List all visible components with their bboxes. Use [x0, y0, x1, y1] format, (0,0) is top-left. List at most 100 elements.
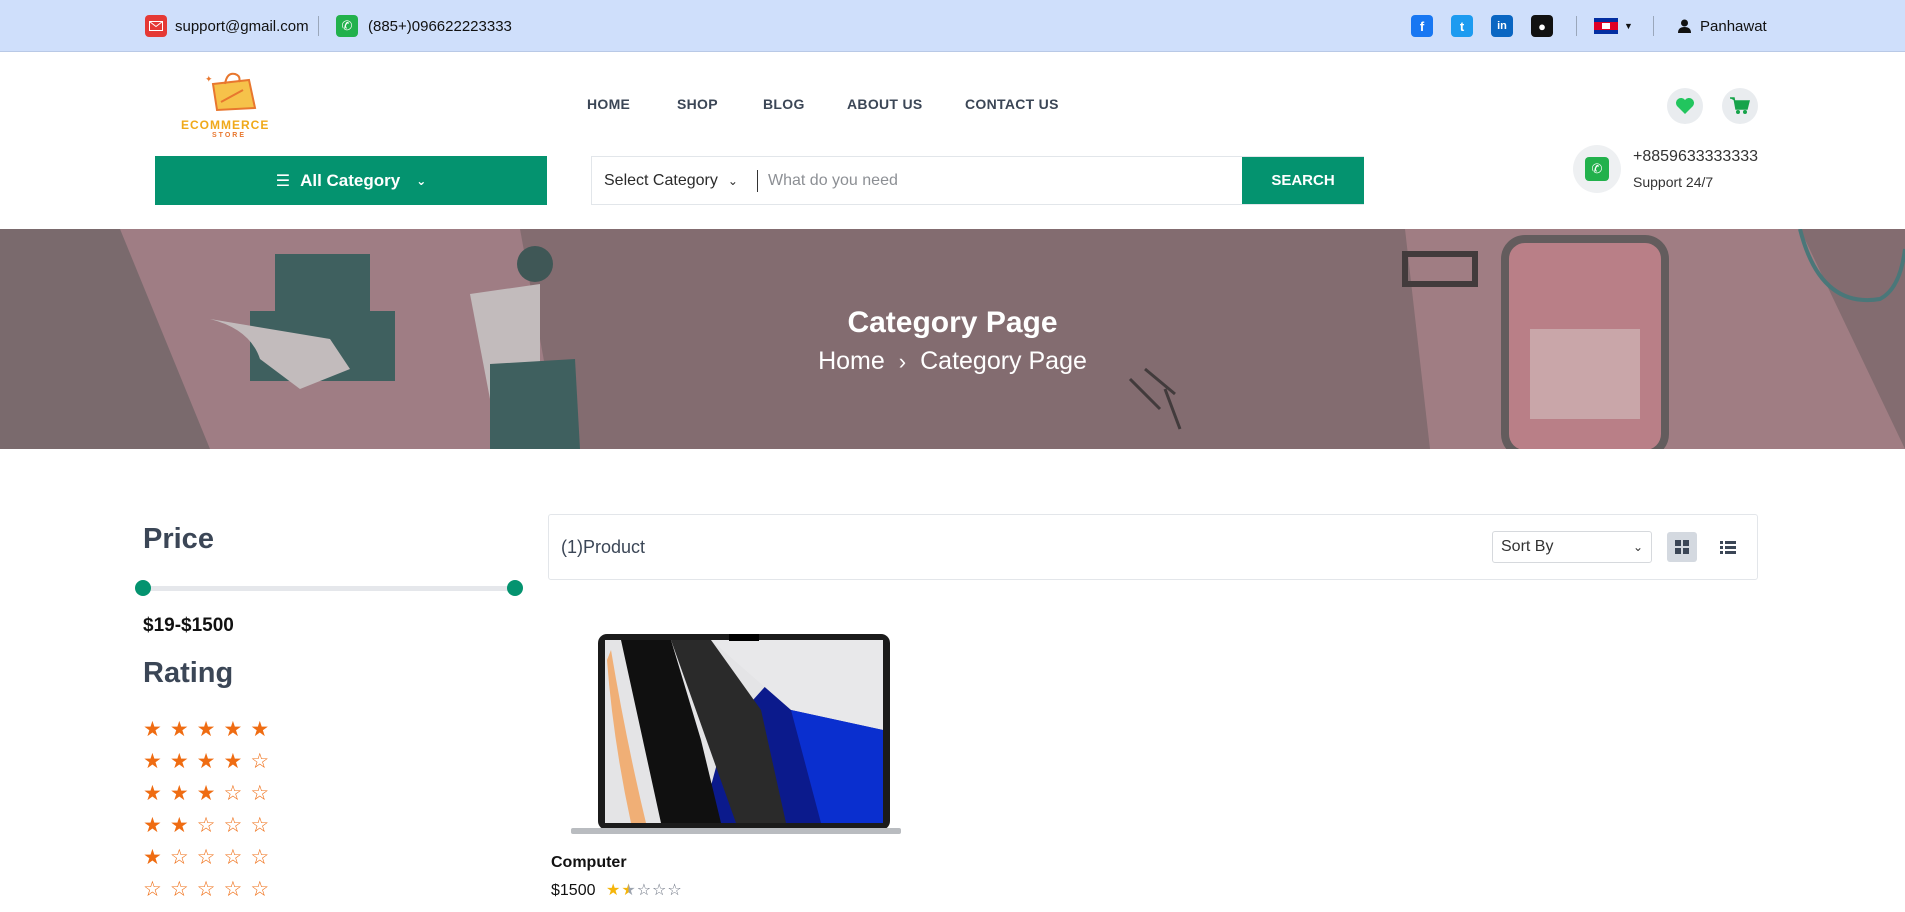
star-filled-icon: ★ [143, 814, 162, 837]
price-range-value: $19-$1500 [143, 615, 234, 636]
search-button[interactable]: SEARCH [1242, 157, 1364, 204]
breadcrumb-home[interactable]: Home [818, 347, 885, 376]
product-count: (1)Product [561, 536, 646, 557]
breadcrumb-current: Category Page [920, 347, 1087, 375]
nav-home[interactable]: HOME [587, 96, 630, 112]
rating-filter-2[interactable]: ★ ★ ☆ ☆ ☆ [143, 815, 269, 836]
star-empty-icon: ☆ [169, 878, 189, 901]
star-filled-icon: ★ [169, 782, 189, 805]
star-empty-icon: ☆ [223, 846, 243, 869]
phone-text: (885+)096622223333 [368, 17, 512, 35]
star-empty-icon: ☆ [196, 814, 216, 837]
list-view-button[interactable] [1713, 532, 1743, 562]
phone-contact[interactable]: ✆ (885+)096622223333 [336, 0, 512, 52]
star-filled-icon: ★ [196, 718, 216, 741]
shopping-bag-logo-icon: ✦ [205, 72, 257, 112]
star-empty-icon: ☆ [250, 814, 270, 837]
star-filled-icon: ★ [196, 750, 216, 773]
star-filled-icon: ★ [143, 846, 162, 869]
grid-view-button[interactable] [1667, 532, 1697, 562]
list-icon: ☰ [275, 172, 291, 190]
all-category-button[interactable]: ☰ All Category ⌄ [155, 156, 547, 205]
support-phone: +8859633333333 [1633, 148, 1759, 165]
product-card[interactable] [551, 620, 921, 835]
star-empty-icon: ☆ [169, 846, 189, 869]
category-select[interactable]: Select Category ⌄ [604, 157, 738, 204]
site-logo[interactable]: ✦ ECOMMERCE STORE [178, 72, 288, 142]
products-toolbar: (1)Product Sort By ⌄ [548, 514, 1758, 580]
rating-filter-3[interactable]: ★ ★ ★ ☆ ☆ [143, 783, 269, 804]
grid-icon [1675, 540, 1689, 554]
search-bar: Select Category ⌄ SEARCH [591, 156, 1364, 205]
sort-select[interactable]: Sort By ⌄ [1492, 531, 1652, 563]
heart-icon [1676, 98, 1694, 114]
username: Panhawat [1700, 17, 1767, 35]
star-filled-icon: ★ [143, 750, 162, 773]
star-empty-icon: ☆ [223, 878, 243, 901]
github-icon[interactable]: ● [1531, 15, 1553, 37]
cart-button[interactable] [1722, 88, 1758, 124]
star-filled-icon: ★ [223, 750, 243, 773]
nav-about-us[interactable]: ABOUT US [847, 96, 923, 112]
language-selector[interactable]: ▼ [1594, 0, 1633, 52]
user-account[interactable]: Panhawat [1678, 0, 1767, 52]
price-heading: Price [143, 523, 214, 555]
chevron-down-icon: ⌄ [727, 173, 738, 188]
star-empty-icon: ☆ [667, 882, 682, 899]
support-phone-icon: ✆ [1573, 145, 1621, 193]
chevron-down-icon: ⌄ [416, 173, 427, 188]
star-filled-icon: ★ [196, 782, 216, 805]
star-filled-icon: ★ [169, 814, 189, 837]
cart-icon [1730, 97, 1750, 114]
star-empty-icon: ☆ [250, 846, 270, 869]
category-select-label: Select Category [604, 171, 718, 189]
top-bar: support@gmail.com ✆ (885+)096622223333 f… [0, 0, 1905, 52]
rating-filter-4[interactable]: ★ ★ ★ ★ ☆ [143, 751, 269, 772]
star-empty-icon: ☆ [196, 846, 216, 869]
page-title: Category Page [847, 306, 1058, 339]
price-range-track [143, 586, 515, 591]
linkedin-icon[interactable]: in [1491, 15, 1513, 37]
divider [757, 170, 758, 192]
svg-text:✦: ✦ [205, 74, 213, 84]
rating-filter-5[interactable]: ★ ★ ★ ★ ★ [143, 719, 269, 740]
nav-blog[interactable]: BLOG [763, 96, 805, 112]
chevron-down-icon: ▼ [1624, 21, 1633, 31]
product-name[interactable]: Computer [551, 854, 627, 872]
nav-contact-us[interactable]: CONTACT US [965, 96, 1059, 112]
star-empty-icon: ☆ [250, 878, 270, 901]
star-empty-icon: ☆ [196, 878, 216, 901]
star-filled-icon: ★ [169, 750, 189, 773]
wishlist-button[interactable] [1667, 88, 1703, 124]
star-empty-icon: ☆ [636, 882, 652, 899]
price-max-handle[interactable] [507, 580, 523, 596]
sort-label: Sort By [1501, 538, 1554, 555]
chevron-down-icon: ⌄ [1632, 540, 1643, 554]
star-filled-icon: ★ [223, 718, 243, 741]
email-contact[interactable]: support@gmail.com [145, 0, 309, 52]
all-category-label: All Category [300, 170, 401, 190]
chevron-right-icon: › [898, 348, 907, 374]
rating-filter-1[interactable]: ★ ☆ ☆ ☆ ☆ [143, 847, 269, 868]
star-empty-icon: ☆ [223, 814, 243, 837]
list-icon [1720, 541, 1736, 554]
star-empty-icon: ☆ [250, 750, 270, 773]
search-input[interactable] [768, 157, 1188, 204]
rating-filter-0[interactable]: ☆ ☆ ☆ ☆ ☆ [143, 879, 269, 900]
price-min-handle[interactable] [135, 580, 151, 596]
user-icon [1678, 19, 1691, 33]
star-empty-icon: ☆ [652, 882, 667, 899]
laptop-product-image [571, 634, 901, 834]
logo-subtext: STORE [212, 132, 246, 139]
twitter-icon[interactable]: t [1451, 15, 1473, 37]
facebook-icon[interactable]: f [1411, 15, 1433, 37]
star-filled-icon: ★ [169, 718, 189, 741]
product-price: $1500 [551, 882, 596, 899]
divider [1576, 16, 1577, 36]
divider [1653, 16, 1654, 36]
star-filled-icon: ★ [250, 718, 270, 741]
nav-shop[interactable]: SHOP [677, 96, 718, 112]
product-rating: ★ ★ ☆ ☆ ☆ [606, 880, 682, 900]
phone-icon: ✆ [336, 15, 358, 37]
star-empty-icon: ☆ [250, 782, 270, 805]
